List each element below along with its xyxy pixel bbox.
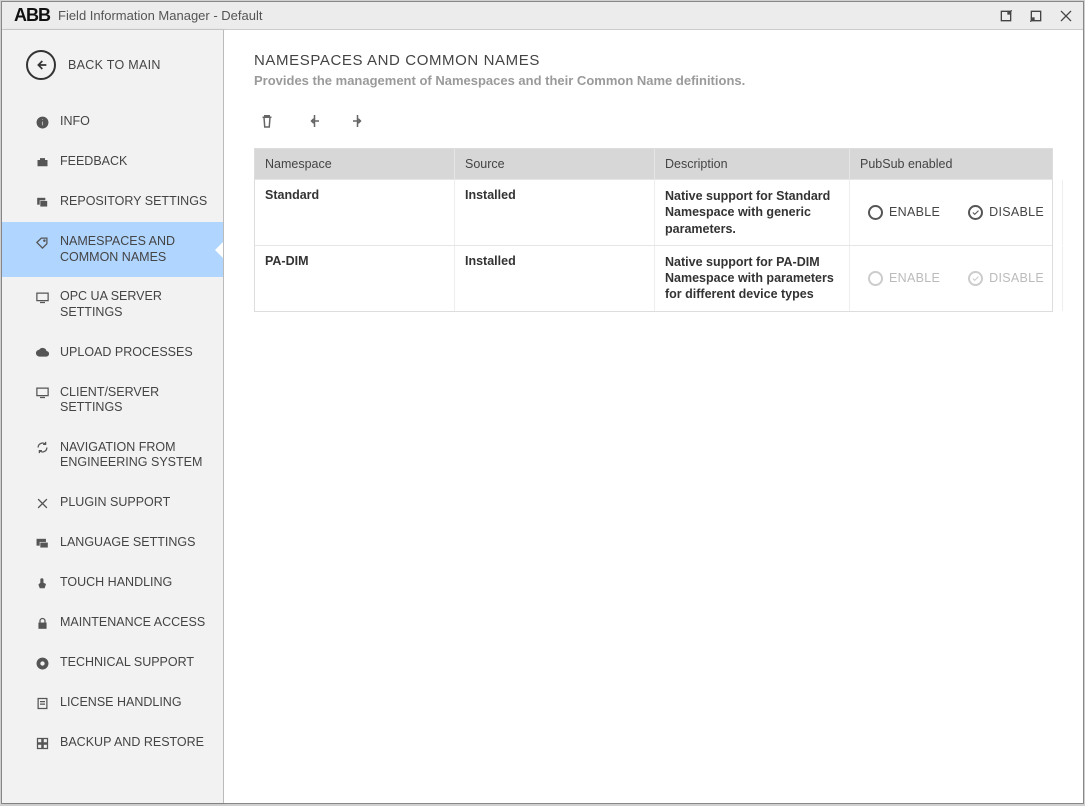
sidebar-item-label: MAINTENANCE ACCESS (60, 615, 205, 631)
sidebar-item-label: BACKUP AND RESTORE (60, 735, 204, 751)
feedback-icon (34, 154, 50, 170)
cell-pubsub: ENABLE DISABLE (850, 180, 1063, 245)
radio-unchecked-icon (868, 271, 883, 286)
cell-description: Native support for PA-DIM Namespace with… (655, 246, 850, 311)
lock-icon (34, 615, 50, 631)
cell-source: Installed (455, 246, 655, 311)
export-button[interactable] (348, 110, 370, 132)
sidebar-item-label: NAMESPACES AND COMMON NAMES (60, 234, 213, 265)
sidebar-item-label: REPOSITORY SETTINGS (60, 194, 207, 210)
sidebar-item-label: NAVIGATION FROM ENGINEERING SYSTEM (60, 440, 213, 471)
sidebar-item-opcua[interactable]: OPC UA SERVER SETTINGS (2, 277, 223, 332)
license-icon (34, 695, 50, 711)
sidebar-item-label: CLIENT/SERVER SETTINGS (60, 385, 213, 416)
refresh-icon (34, 440, 50, 456)
sidebar-item-backup[interactable]: BACKUP AND RESTORE (2, 723, 223, 763)
sidebar-item-maintenance[interactable]: MAINTENANCE ACCESS (2, 603, 223, 643)
back-arrow-icon (26, 50, 56, 80)
sidebar-item-label: UPLOAD PROCESSES (60, 345, 193, 361)
backup-icon (34, 735, 50, 751)
sidebar-item-label: TECHNICAL SUPPORT (60, 655, 194, 671)
info-icon (34, 114, 50, 130)
monitor-icon (34, 385, 50, 401)
sidebar-item-license[interactable]: LICENSE HANDLING (2, 683, 223, 723)
cell-namespace: Standard (255, 180, 455, 245)
monitor-icon (34, 289, 50, 305)
import-button[interactable] (302, 110, 324, 132)
sidebar-item-feedback[interactable]: FEEDBACK (2, 142, 223, 182)
tools-icon (34, 495, 50, 511)
delete-button[interactable] (256, 110, 278, 132)
import-window-icon[interactable] (995, 5, 1017, 27)
namespace-table: Namespace Source Description PubSub enab… (254, 148, 1053, 312)
touch-icon (34, 575, 50, 591)
sidebar-item-label: LICENSE HANDLING (60, 695, 182, 711)
support-icon (34, 655, 50, 671)
cloud-icon (34, 345, 50, 361)
page-title: NAMESPACES AND COMMON NAMES (254, 52, 1053, 69)
sidebar-item-repository-settings[interactable]: REPOSITORY SETTINGS (2, 182, 223, 222)
sidebar-item-plugin[interactable]: PLUGIN SUPPORT (2, 483, 223, 523)
sidebar-item-label: LANGUAGE SETTINGS (60, 535, 195, 551)
abb-logo: ABB (8, 5, 58, 26)
sidebar-item-label: OPC UA SERVER SETTINGS (60, 289, 213, 320)
sidebar-item-client-server[interactable]: CLIENT/SERVER SETTINGS (2, 373, 223, 428)
cell-namespace: PA-DIM (255, 246, 455, 311)
toolbar (254, 88, 1053, 148)
app-title: Field Information Manager - Default (58, 8, 262, 23)
window-controls (995, 5, 1077, 27)
repo-icon (34, 194, 50, 210)
col-pubsub: PubSub enabled (850, 149, 1052, 179)
cell-pubsub: ENABLE DISABLE (850, 246, 1063, 311)
sidebar-item-namespaces[interactable]: NAMESPACES AND COMMON NAMES (2, 222, 223, 277)
table-row[interactable]: Standard Installed Native support for St… (255, 179, 1052, 245)
radio-label: DISABLE (989, 271, 1044, 285)
sidebar-item-label: FEEDBACK (60, 154, 127, 170)
sidebar-item-label: TOUCH HANDLING (60, 575, 172, 591)
sidebar-item-navigation[interactable]: NAVIGATION FROM ENGINEERING SYSTEM (2, 428, 223, 483)
back-label: BACK TO MAIN (68, 58, 161, 72)
radio-checked-icon (968, 271, 983, 286)
main-content: NAMESPACES AND COMMON NAMES Provides the… (224, 30, 1083, 803)
sidebar-item-touch[interactable]: TOUCH HANDLING (2, 563, 223, 603)
sidebar-item-support[interactable]: TECHNICAL SUPPORT (2, 643, 223, 683)
popout-window-icon[interactable] (1025, 5, 1047, 27)
sidebar: BACK TO MAIN INFO FEEDBACK REPOSITORY SE… (2, 30, 224, 803)
back-to-main-button[interactable]: BACK TO MAIN (2, 36, 223, 102)
pubsub-enable-radio[interactable]: ENABLE (868, 205, 940, 220)
table-row[interactable]: PA-DIM Installed Native support for PA-D… (255, 245, 1052, 311)
radio-unchecked-icon (868, 205, 883, 220)
chat-icon (34, 535, 50, 551)
sidebar-item-upload[interactable]: UPLOAD PROCESSES (2, 333, 223, 373)
table-header: Namespace Source Description PubSub enab… (255, 149, 1052, 179)
col-source: Source (455, 149, 655, 179)
radio-checked-icon (968, 205, 983, 220)
pubsub-disable-radio: DISABLE (968, 271, 1044, 286)
radio-label: ENABLE (889, 271, 940, 285)
col-description: Description (655, 149, 850, 179)
page-subtitle: Provides the management of Namespaces an… (254, 73, 1053, 88)
radio-label: DISABLE (989, 205, 1044, 219)
close-window-icon[interactable] (1055, 5, 1077, 27)
cell-description: Native support for Standard Namespace wi… (655, 180, 850, 245)
app-window: ABB Field Information Manager - Default … (1, 1, 1084, 804)
sidebar-item-label: INFO (60, 114, 90, 130)
tag-icon (34, 234, 50, 250)
radio-label: ENABLE (889, 205, 940, 219)
titlebar: ABB Field Information Manager - Default (2, 2, 1083, 30)
pubsub-disable-radio[interactable]: DISABLE (968, 205, 1044, 220)
sidebar-item-language[interactable]: LANGUAGE SETTINGS (2, 523, 223, 563)
cell-source: Installed (455, 180, 655, 245)
sidebar-item-info[interactable]: INFO (2, 102, 223, 142)
col-namespace: Namespace (255, 149, 455, 179)
pubsub-enable-radio: ENABLE (868, 271, 940, 286)
sidebar-item-label: PLUGIN SUPPORT (60, 495, 170, 511)
